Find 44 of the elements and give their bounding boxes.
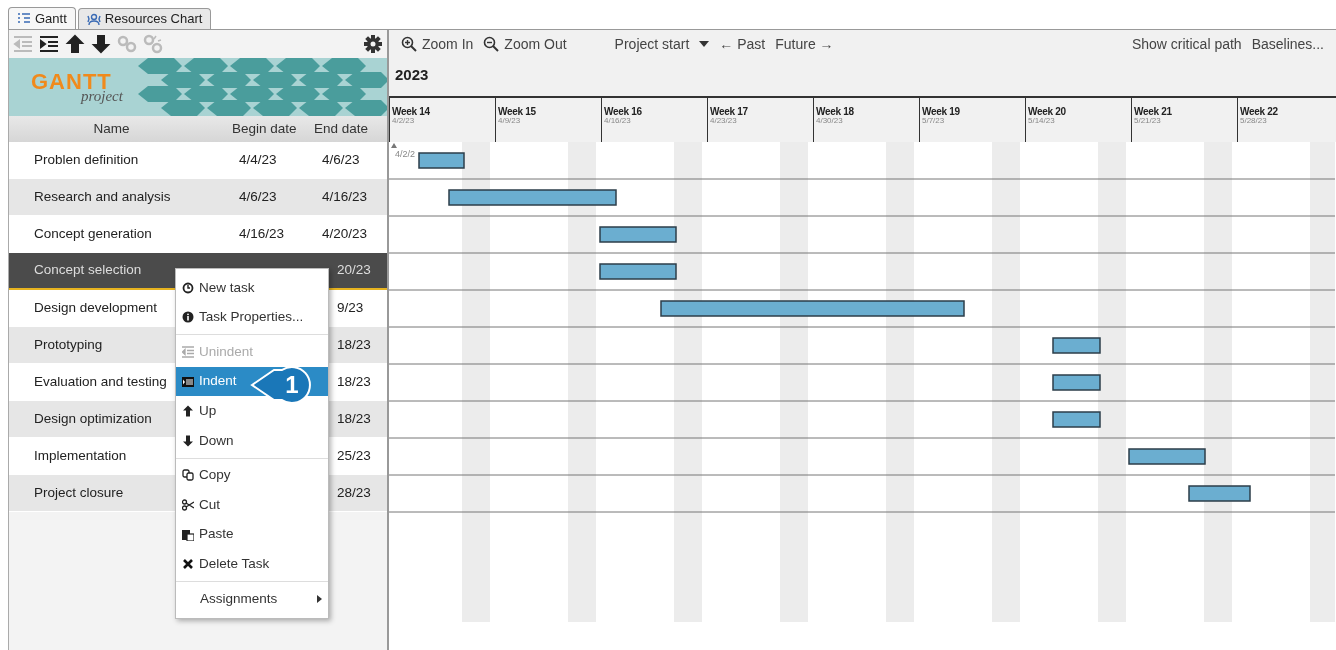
week-date: 5/7/23 (922, 117, 945, 126)
week-date: 4/2/23 (392, 117, 415, 126)
begin-date: 4/4/23 (239, 151, 277, 167)
end-date: 28/23 (337, 484, 371, 500)
task-name: Design optimization (34, 410, 152, 426)
week-date: 5/21/23 (1134, 117, 1161, 126)
week-date: 5/14/23 (1028, 117, 1055, 126)
end-date: 4/6/23 (322, 151, 360, 167)
task-name: Concept generation (34, 225, 152, 241)
week-label: Week 21 (1134, 106, 1172, 117)
week-label: Week 18 (816, 106, 854, 117)
begin-date: 4/6/23 (239, 188, 277, 204)
task-name: Prototyping (34, 336, 103, 352)
task-name: Problen definition (34, 151, 139, 167)
start-date-label: 4/2/2 (395, 150, 416, 159)
end-date: 20/23 (337, 262, 371, 278)
week-label: Week 22 (1240, 106, 1278, 117)
task-name: Implementation (34, 447, 127, 463)
week-label: Week 17 (710, 106, 748, 117)
week-label: Week 20 (1028, 106, 1066, 117)
task-name: Project closure (34, 484, 124, 500)
task-name: Design development (34, 299, 158, 315)
end-date: 18/23 (337, 410, 371, 426)
callout-number: 1 (284, 370, 300, 400)
week-date: 4/9/23 (498, 117, 521, 126)
week-date: 4/30/23 (816, 117, 843, 126)
week-label: Week 14 (392, 106, 430, 117)
week-label: Week 15 (498, 106, 536, 117)
end-date: 9/23 (337, 299, 364, 315)
end-date: 25/23 (337, 447, 371, 463)
begin-date: 4/16/23 (239, 225, 285, 241)
end-date: 18/23 (337, 336, 371, 352)
week-date: 4/23/23 (710, 117, 737, 126)
week-label: Week 16 (604, 106, 642, 117)
end-date: 4/16/23 (322, 188, 368, 204)
week-date: 5/28/23 (1240, 117, 1267, 126)
week-date: 4/16/23 (604, 117, 631, 126)
task-name: Research and analysis (34, 188, 171, 204)
year-label: 2023 (394, 65, 430, 85)
week-label: Week 19 (922, 106, 960, 117)
end-date: 18/23 (337, 373, 371, 389)
task-name: Evaluation and testing (34, 373, 167, 389)
task-name: Concept selection (34, 262, 142, 278)
end-date: 4/20/23 (322, 225, 368, 241)
